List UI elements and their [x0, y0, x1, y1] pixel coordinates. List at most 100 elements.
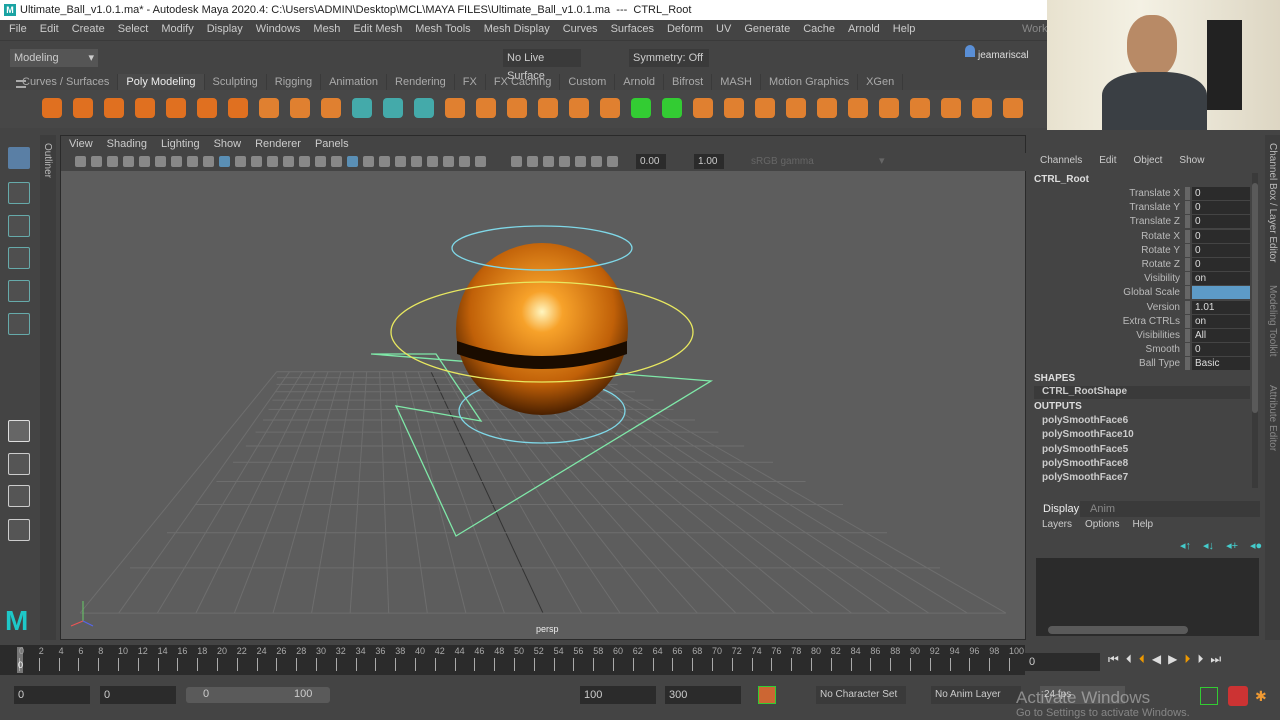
tab-rigging[interactable]: Rigging — [267, 74, 322, 90]
channel-value[interactable]: Basic — [1192, 357, 1250, 371]
tab-arnold[interactable]: Arnold — [615, 74, 665, 90]
sound-icon[interactable] — [1200, 687, 1218, 705]
move-layer-down-icon[interactable]: ◂↓ — [1203, 539, 1214, 552]
new-layer-icon[interactable]: ◂+ — [1226, 539, 1238, 552]
viewport-menu-panels[interactable]: Panels — [315, 136, 349, 153]
scene-start-field[interactable]: 0 — [14, 686, 90, 704]
menu-generate[interactable]: Generate — [744, 20, 790, 39]
play-backward-icon[interactable]: ◀ — [1152, 652, 1161, 667]
channel-menu-channels[interactable]: Channels — [1040, 155, 1082, 166]
channel-value[interactable]: 0 — [1192, 229, 1250, 243]
channel-value[interactable]: 0 — [1192, 258, 1250, 271]
shelf-tool-icon[interactable] — [848, 98, 868, 118]
channel-label[interactable]: Translate X — [1129, 187, 1180, 201]
channel-row[interactable]: Smooth 0 — [1030, 343, 1250, 357]
viewport-tool-icon[interactable] — [331, 156, 342, 167]
scene-end-field[interactable]: 300 — [665, 686, 741, 704]
menu-uv[interactable]: UV — [716, 20, 731, 39]
menu-edit[interactable]: Edit — [40, 20, 59, 39]
auto-key-icon[interactable] — [758, 686, 776, 704]
shelf-tool-icon[interactable] — [693, 98, 713, 118]
shelf-tool-icon[interactable] — [910, 98, 930, 118]
menu-display[interactable]: Display — [207, 20, 243, 39]
viewport-menu-show[interactable]: Show — [214, 136, 242, 153]
shelf-tool-icon[interactable] — [600, 98, 620, 118]
scale-tool-icon[interactable] — [8, 313, 30, 335]
viewport-tool-icon[interactable] — [283, 156, 294, 167]
shelf-tool-icon[interactable] — [538, 98, 558, 118]
viewport-tool-icon[interactable] — [299, 156, 310, 167]
menu-help[interactable]: Help — [893, 20, 916, 39]
tab-sculpting[interactable]: Sculpting — [205, 74, 267, 90]
shelf-tool-icon[interactable] — [104, 98, 124, 118]
channel-value[interactable]: 1.01 — [1192, 300, 1250, 314]
viewport-tool-icon[interactable] — [123, 156, 134, 167]
time-slider[interactable]: 0 2 4 6 8 10 12 14 16 18 20 22 24 26 28 30 32 34 36 38 40 42 4… — [0, 645, 1025, 675]
paint-select-icon[interactable] — [8, 215, 30, 237]
channel-value[interactable]: 0 — [1192, 187, 1250, 200]
viewport-tool-icon[interactable] — [251, 156, 262, 167]
viewport-tool-icon[interactable] — [363, 156, 374, 167]
symmetry-dropdown[interactable]: Symmetry: Off — [629, 49, 709, 67]
viewport-tool-icon[interactable] — [475, 156, 486, 167]
step-back-icon[interactable]: ⏴ — [1126, 652, 1132, 667]
menu-create[interactable]: Create — [72, 20, 105, 39]
shelf-tool-icon[interactable] — [941, 98, 961, 118]
two-view-icon[interactable] — [8, 485, 30, 507]
layer-list[interactable] — [1036, 558, 1259, 625]
outliner-layout-icon[interactable] — [8, 519, 30, 541]
viewport-tool-icon[interactable] — [187, 156, 198, 167]
menu-windows[interactable]: Windows — [256, 20, 301, 39]
output-node[interactable]: polySmoothFace7 — [1042, 472, 1128, 483]
viewport-tool-icon[interactable] — [203, 156, 214, 167]
viewport-tool-icon[interactable] — [559, 156, 570, 167]
channel-row[interactable]: Global Scale — [1030, 286, 1250, 300]
cached-playback-icon[interactable] — [1228, 686, 1248, 706]
menu-edit-mesh[interactable]: Edit Mesh — [353, 20, 402, 39]
exposure-field[interactable]: 0.00 — [636, 154, 666, 169]
new-layer-selected-icon[interactable]: ◂● — [1250, 539, 1262, 552]
viewport-tool-icon[interactable] — [411, 156, 422, 167]
channel-label[interactable]: Rotate Z — [1142, 258, 1180, 272]
shelf-tool-icon[interactable] — [259, 98, 279, 118]
select-tool-icon[interactable] — [8, 147, 30, 169]
channel-value[interactable]: 0 — [1192, 243, 1250, 257]
menu-mesh[interactable]: Mesh — [313, 20, 340, 39]
tab-poly-modeling[interactable]: Poly Modeling — [118, 74, 205, 90]
menu-deform[interactable]: Deform — [667, 20, 703, 39]
play-forward-icon[interactable]: ▶ — [1168, 652, 1177, 667]
layer-menu-options[interactable]: Options — [1085, 519, 1119, 530]
playback-start-field[interactable]: 0 — [100, 686, 176, 704]
viewport-tool-icon[interactable] — [267, 156, 278, 167]
tab-display[interactable]: Display — [1035, 501, 1080, 517]
tab-mash[interactable]: MASH — [712, 74, 761, 90]
move-layer-up-icon[interactable]: ◂↑ — [1180, 539, 1191, 552]
tab-bifrost[interactable]: Bifrost — [664, 74, 713, 90]
menu-modify[interactable]: Modify — [161, 20, 193, 39]
viewport-menu-renderer[interactable]: Renderer — [255, 136, 301, 153]
shelf-tool-icon[interactable] — [972, 98, 992, 118]
viewport-tool-icon[interactable] — [607, 156, 618, 167]
viewport-tool-icon[interactable] — [155, 156, 166, 167]
gamma-field[interactable]: 1.00 — [694, 154, 724, 169]
shelf-tool-icon[interactable] — [414, 98, 434, 118]
layer-menu-layers[interactable]: Layers — [1042, 519, 1072, 530]
shelf-tool-icon[interactable] — [1003, 98, 1023, 118]
channel-row[interactable]: Rotate X 0 — [1030, 229, 1250, 244]
channel-label[interactable]: Extra CTRLs — [1123, 315, 1180, 329]
shelf-tool-icon[interactable] — [352, 98, 372, 118]
rotate-tool-icon[interactable] — [8, 280, 30, 302]
channel-label[interactable]: Smooth — [1146, 343, 1180, 357]
channel-row[interactable]: Rotate Y 0 — [1030, 243, 1250, 258]
channel-value[interactable]: 0 — [1192, 343, 1250, 357]
shelf-tool-icon[interactable] — [290, 98, 310, 118]
outliner-tab[interactable]: Outliner — [40, 135, 56, 640]
viewport-tool-icon[interactable] — [139, 156, 150, 167]
menu-cache[interactable]: Cache — [803, 20, 835, 39]
go-to-start-icon[interactable]: ⏮ — [1108, 652, 1119, 667]
shelf-tool-icon[interactable] — [724, 98, 744, 118]
viewport-tool-icon[interactable] — [91, 156, 102, 167]
channel-label[interactable]: Translate Z — [1130, 215, 1180, 229]
viewport-tool-icon[interactable] — [575, 156, 586, 167]
viewport-tool-icon[interactable] — [235, 156, 246, 167]
